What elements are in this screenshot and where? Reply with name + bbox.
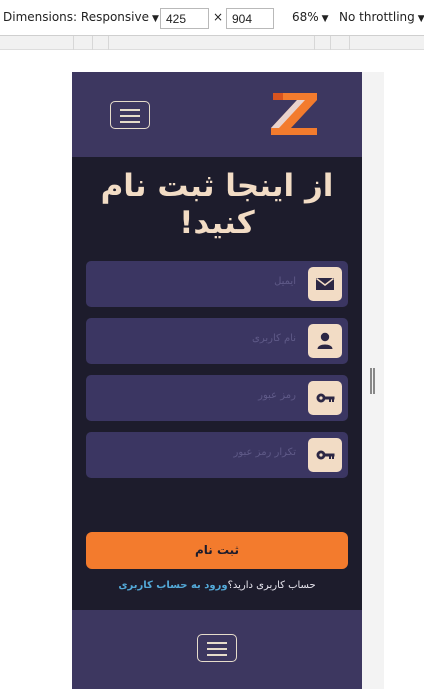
page-title: از اینجا ثبت نام کنید! — [72, 168, 362, 242]
dimensions-label: Dimensions: Responsive — [3, 10, 149, 24]
zoom-dropdown[interactable]: 68% ▼ — [292, 10, 329, 24]
title-line-1: از اینجا ثبت نام — [100, 168, 334, 204]
devtools-toolbar: Dimensions: Responsive▼ × 68%▼ No thrott… — [0, 0, 424, 36]
email-placeholder: ایمیل — [274, 276, 296, 287]
login-link[interactable]: ورود به حساب کاربری — [118, 580, 227, 591]
key-icon — [308, 381, 342, 415]
envelope-icon — [308, 267, 342, 301]
throttling-label: No throttling — [339, 10, 415, 24]
login-prompt-text: حساب کاربری دارید؟ — [227, 580, 316, 591]
confirm-password-placeholder: تکرار رمز عبور — [233, 447, 296, 458]
hamburger-menu-button[interactable] — [110, 101, 150, 129]
throttling-dropdown[interactable]: No throttling ▼ — [339, 10, 424, 24]
register-button[interactable]: ثبت نام — [86, 532, 348, 569]
chevron-down-icon: ▼ — [417, 14, 424, 24]
site-header — [72, 72, 362, 157]
username-placeholder: نام کاربری — [252, 333, 296, 344]
password-placeholder: رمز عبور — [258, 390, 296, 401]
email-field[interactable]: ایمیل — [86, 261, 348, 307]
confirm-password-field[interactable]: تکرار رمز عبور — [86, 432, 348, 478]
key-icon — [308, 438, 342, 472]
times-sign: × — [213, 10, 224, 24]
user-icon — [308, 324, 342, 358]
chevron-down-icon: ▼ — [151, 14, 159, 24]
height-input[interactable] — [226, 8, 274, 29]
username-field[interactable]: نام کاربری — [86, 318, 348, 364]
password-field[interactable]: رمز عبور — [86, 375, 348, 421]
z-logo-icon[interactable] — [269, 91, 321, 137]
chevron-down-icon: ▼ — [321, 14, 329, 24]
site-footer — [72, 610, 362, 689]
footer-hamburger-button[interactable] — [197, 634, 237, 662]
device-viewport: از اینجا ثبت نام کنید! ایمیل نام کاربری … — [72, 72, 362, 689]
resize-handle[interactable] — [370, 368, 375, 394]
media-query-ruler — [0, 36, 424, 50]
dimensions-dropdown[interactable]: Dimensions: Responsive ▼ — [3, 10, 159, 24]
title-line-2: کنید! — [179, 205, 255, 241]
width-input[interactable] — [160, 8, 209, 29]
zoom-label: 68% — [292, 10, 319, 24]
login-prompt-line: حساب کاربری دارید؟ورود به حساب کاربری — [72, 580, 362, 591]
